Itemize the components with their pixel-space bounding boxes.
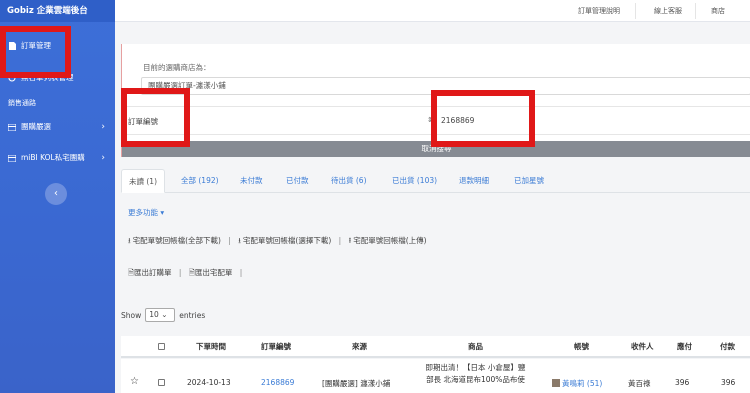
column-account[interactable]: 帳號 bbox=[574, 341, 589, 352]
shipping-actions: ⭳ 宅配單號回帳檔(全部下載) | ⭳ 宅配單號回帳檔(選擇下載) | ⭱ 宅配單號回… bbox=[128, 235, 427, 248]
action-label: 匯出訂購單 bbox=[134, 268, 172, 277]
tab-to-ship[interactable]: 待出貨 (6) bbox=[331, 169, 367, 193]
export-delivery-link[interactable]: 🗎匯出宅配單 bbox=[189, 268, 233, 277]
action-label: 宅配單號回帳檔(全部下載) bbox=[132, 236, 221, 245]
chevron-down-icon: ⌄ bbox=[161, 310, 168, 319]
upload-link[interactable]: ⭱ 宅配單號回帳檔(上傳) bbox=[349, 235, 427, 248]
account-cell: 黃鳴莉 (51) bbox=[552, 378, 602, 389]
row-checkbox[interactable] bbox=[158, 379, 165, 386]
table-row: ☆ 2024-10-13 2168869 [團購嚴選] 瀍漾小鋪 即期出清！【日… bbox=[121, 359, 750, 393]
highlight-box bbox=[121, 88, 190, 147]
brand-title: Gobiz 企業雲端後台 bbox=[0, 0, 115, 22]
tab-all[interactable]: 全部 (192) bbox=[181, 169, 219, 193]
tab-paid[interactable]: 已付款 bbox=[286, 169, 309, 193]
account-order-count[interactable]: (51) bbox=[587, 379, 602, 388]
help-link[interactable]: 訂單管理說明 bbox=[578, 0, 620, 22]
action-label: 宅配單號回帳檔(選擇下載) bbox=[242, 236, 332, 245]
top-navbar: 訂單管理說明 線上客服 商店 bbox=[115, 0, 750, 22]
recipient-name: 黃百祿 bbox=[628, 379, 651, 388]
support-link[interactable]: 線上客服 bbox=[654, 0, 682, 22]
entries-select[interactable]: 10 ⌄ bbox=[145, 308, 176, 322]
order-date: 2024-10-13 bbox=[187, 378, 231, 387]
tab-unpaid[interactable]: 未付款 bbox=[240, 169, 263, 193]
tab-starred[interactable]: 已加星號 bbox=[514, 169, 544, 193]
store-label: 目前的選購商店為： bbox=[143, 63, 211, 72]
paid-amount: 396 bbox=[721, 378, 736, 387]
tab-shipped[interactable]: 已出貨 (103) bbox=[392, 169, 437, 193]
chevron-right-icon: › bbox=[101, 122, 105, 132]
payable-amount: 396 bbox=[675, 378, 690, 387]
highlight-box bbox=[0, 26, 71, 78]
entries-value: 10 bbox=[149, 310, 159, 319]
sidebar-collapse-button[interactable]: ‹ bbox=[45, 183, 67, 205]
column-recipient[interactable]: 收件人 bbox=[631, 341, 654, 352]
select-all-checkbox[interactable] bbox=[158, 343, 165, 350]
app-root: Gobiz 企業雲端後台 訂單管理 無名單列表管理 銷售通路 團購嚴選 › mi… bbox=[0, 0, 750, 393]
table-header: 下單時間 訂單編號 來源 商品 帳號 收件人 應付 付款 bbox=[121, 336, 750, 358]
column-payable[interactable]: 應付 bbox=[677, 341, 692, 352]
avatar bbox=[552, 379, 560, 387]
show-label: Show bbox=[121, 310, 142, 320]
sidebar-item-label: miBI KOL私宅團購 bbox=[21, 153, 85, 162]
separator: | bbox=[228, 236, 231, 245]
separator: | bbox=[178, 268, 182, 277]
sidebar-group-group-buy[interactable]: 團購嚴選 › bbox=[0, 119, 115, 135]
sidebar-group-kol[interactable]: miBI KOL私宅團購 › bbox=[0, 150, 115, 166]
separator: | bbox=[338, 236, 342, 245]
product-name-line: 部長 北海道昆布100%品布使 bbox=[426, 375, 525, 384]
more-functions-dropdown[interactable]: 更多功能 ▾ bbox=[128, 207, 164, 218]
account-link[interactable]: 黃鳴莉 bbox=[562, 379, 585, 388]
action-label: 匯出宅配單 bbox=[194, 268, 233, 277]
column-paid[interactable]: 付款 bbox=[720, 341, 735, 352]
column-order-time[interactable]: 下單時間 bbox=[196, 341, 226, 352]
caret-down-icon: ▾ bbox=[160, 208, 165, 217]
sidebar-section-title: 銷售通路 bbox=[8, 99, 36, 107]
export-orders-link[interactable]: 🗎匯出訂購單 bbox=[128, 268, 172, 277]
list-icon bbox=[8, 154, 16, 162]
download-selected-link[interactable]: ⭳ 宅配單號回帳檔(選擇下載) bbox=[238, 235, 331, 248]
column-product[interactable]: 商品 bbox=[468, 341, 483, 352]
tab-unread[interactable]: 未讀 (1) bbox=[121, 169, 166, 193]
highlight-box bbox=[431, 90, 535, 147]
action-label: 宅配單號回帳檔(上傳) bbox=[353, 236, 427, 245]
more-functions-label: 更多功能 bbox=[128, 208, 158, 217]
order-source: [團購嚴選] 瀍漾小鋪 bbox=[322, 379, 391, 388]
download-icon: ⭳ bbox=[238, 236, 241, 245]
upload-icon: ⭱ bbox=[348, 236, 352, 245]
list-icon bbox=[8, 123, 16, 131]
order-tabs: 未讀 (1) 全部 (192) 未付款 已付款 待出貨 (6) 已出貨 (103… bbox=[121, 169, 750, 193]
show-entries: Show 10 ⌄ entries bbox=[121, 308, 205, 322]
product-cell: 即期出清！【日本 小倉屋】鹽 部長 北海道昆布100%品布使 bbox=[418, 362, 533, 386]
order-number-link[interactable]: 2168869 bbox=[261, 378, 294, 387]
product-name-line: 即期出清！【日本 小倉屋】鹽 bbox=[425, 363, 526, 372]
entries-label: entries bbox=[179, 310, 206, 320]
chevron-right-icon: › bbox=[101, 153, 105, 163]
star-icon[interactable]: ☆ bbox=[130, 376, 139, 387]
sidebar-item-label: 團購嚴選 bbox=[21, 122, 51, 131]
column-source[interactable]: 來源 bbox=[352, 341, 367, 352]
download-icon: ⭳ bbox=[128, 236, 131, 245]
download-all-link[interactable]: ⭳ 宅配單號回帳檔(全部下載) bbox=[128, 235, 221, 248]
tab-refunds[interactable]: 退款明細 bbox=[459, 169, 489, 193]
chevron-left-icon: ‹ bbox=[54, 188, 58, 199]
column-order-number[interactable]: 訂單編號 bbox=[261, 341, 291, 352]
divider bbox=[635, 3, 636, 19]
store-link[interactable]: 商店 bbox=[711, 0, 725, 22]
separator: | bbox=[239, 268, 243, 277]
export-actions: 🗎匯出訂購單 | 🗎匯出宅配單 | bbox=[128, 267, 247, 280]
divider bbox=[695, 3, 696, 19]
